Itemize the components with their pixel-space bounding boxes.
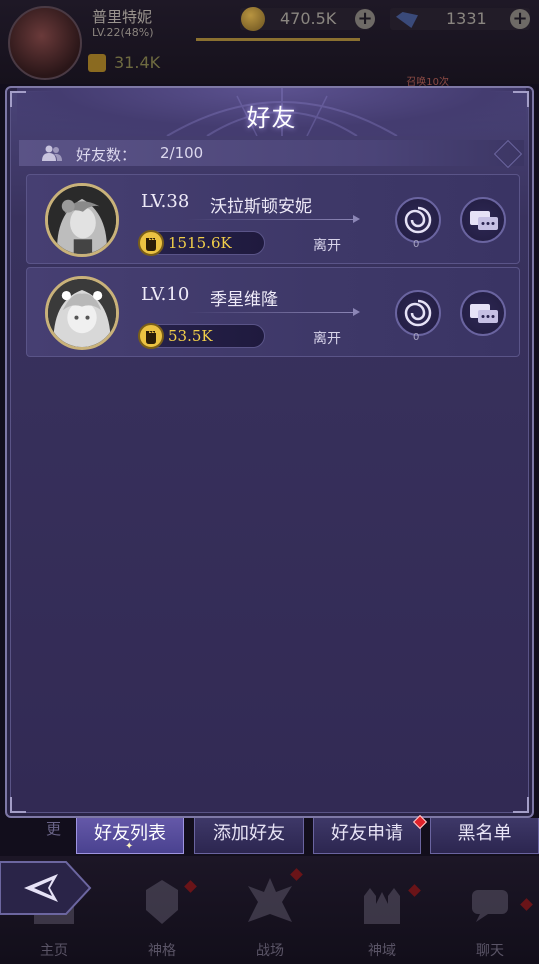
chat-button[interactable]: [460, 290, 506, 336]
vortex-count: 0: [413, 239, 420, 250]
add-gold-button[interactable]: +: [355, 9, 375, 29]
vortex-icon: [404, 206, 432, 234]
friend-card[interactable]: LV.10 季星维隆 53.5K 离开 0: [26, 267, 520, 357]
nav-battlefield[interactable]: 战场: [230, 866, 310, 962]
chat-button[interactable]: [460, 197, 506, 243]
gold-coin-icon: [241, 7, 265, 31]
people-icon: [42, 145, 62, 161]
tab-blacklist[interactable]: 黑名单: [430, 818, 539, 854]
corner-ornament: [10, 797, 26, 813]
friend-power-badge: 1515.6K: [138, 230, 265, 256]
player-name: 普里特妮: [92, 8, 153, 26]
top-status-bar: 普里特妮 LV.22(48%) 470.5K + 1331 + 31.4K 召唤…: [0, 0, 539, 88]
player-level: LV.22(48%): [92, 26, 154, 39]
player-avatar[interactable]: [8, 6, 82, 80]
friend-card[interactable]: LV.38 沃拉斯顿安妮 1515.6K 离开 0: [26, 174, 520, 264]
chat-icon: [472, 890, 508, 922]
portrait-icon: [48, 279, 116, 347]
arrow-head-icon: [353, 308, 360, 316]
tab-add-friend[interactable]: 添加好友: [194, 818, 304, 854]
divider-arrow: [187, 312, 357, 313]
castle-icon: [364, 888, 400, 924]
player-power: 31.4K: [114, 53, 161, 72]
gem-value: 1331: [446, 9, 487, 28]
corner-ornament: [513, 797, 529, 813]
vortex-count: 0: [413, 332, 420, 343]
friend-power: 1515.6K: [168, 234, 232, 252]
chat-bubble-icon: [470, 304, 498, 323]
nav-label: 战场: [256, 943, 284, 959]
friend-name: 季星维隆: [210, 290, 278, 310]
friend-avatar[interactable]: [45, 276, 119, 350]
battlefield-icon: [248, 878, 292, 922]
friend-count-label: 好友数：: [76, 146, 137, 164]
gold-value: 470.5K: [280, 9, 337, 28]
vortex-button[interactable]: [395, 197, 441, 243]
friend-status: 离开: [313, 238, 341, 254]
prev-tab-partial[interactable]: 更: [46, 818, 74, 842]
vortex-button[interactable]: [395, 290, 441, 336]
nav-label: 神域: [368, 943, 396, 959]
xp-bar: [196, 38, 360, 41]
corner-ornament: [10, 91, 26, 107]
tab-label: 黑名单: [457, 823, 512, 844]
corner-ornament: [513, 91, 529, 107]
tab-friend-list[interactable]: 好友列表 ✦: [76, 818, 184, 854]
friend-power: 53.5K: [168, 327, 213, 345]
tab-friend-requests[interactable]: 好友申请: [313, 818, 421, 854]
add-gem-button[interactable]: +: [510, 9, 530, 29]
nav-domain[interactable]: 神域: [342, 866, 422, 962]
portrait-icon: [48, 186, 116, 254]
nav-label: 神格: [148, 943, 176, 959]
chat-bubble-icon: [470, 211, 498, 230]
tab-label: 好友申请: [331, 823, 403, 844]
friend-status: 离开: [313, 331, 341, 347]
friend-count-value: 2/100: [160, 144, 204, 162]
friend-avatar[interactable]: [45, 183, 119, 257]
tab-label: 添加好友: [213, 823, 285, 844]
divider-arrow: [187, 219, 357, 220]
nav-label: 主页: [40, 943, 68, 959]
nav-chat[interactable]: 聊天: [450, 866, 530, 962]
friend-level: LV.38: [141, 191, 190, 212]
modal-title: 好友: [246, 104, 297, 132]
friend-name: 沃拉斯顿安妮: [210, 197, 312, 217]
modal-header: 好友: [17, 88, 526, 136]
friend-level: LV.10: [141, 284, 190, 305]
friend-count-bar: 好友数： 2/100: [19, 140, 524, 166]
divinity-icon: [146, 880, 178, 924]
nav-label: 聊天: [476, 943, 504, 959]
power-fist-icon: [88, 54, 106, 72]
back-arrow-button[interactable]: [0, 858, 92, 918]
vortex-icon: [404, 299, 432, 327]
arrow-head-icon: [353, 215, 360, 223]
friends-modal: 好友 好友数： 2/100 LV.38 沃拉斯顿安妮 1515.6K 离开 0 …: [5, 86, 534, 818]
fist-icon: [138, 230, 164, 256]
fist-icon: [138, 323, 164, 349]
friend-power-badge: 53.5K: [138, 323, 265, 349]
